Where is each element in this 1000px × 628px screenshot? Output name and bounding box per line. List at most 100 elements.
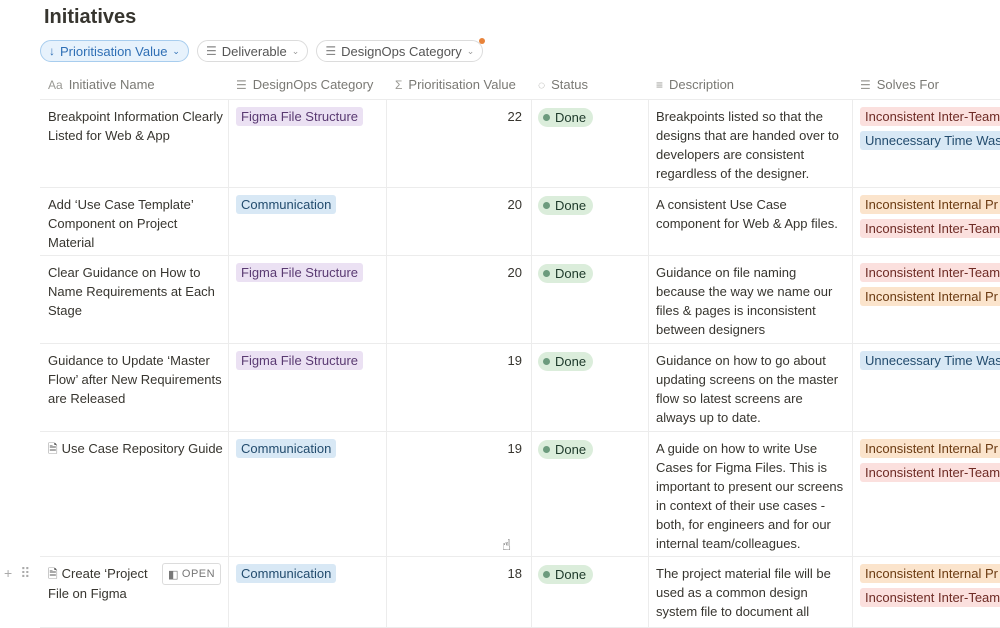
solves-for-cell[interactable]: Inconsistent Internal Pr Inconsistent In… bbox=[860, 195, 1000, 243]
status-badge: Done bbox=[538, 264, 594, 283]
status-dot-icon bbox=[543, 202, 550, 209]
open-button-label: OPEN bbox=[181, 568, 216, 580]
column-header-prioritisation-value[interactable]: Σ Prioritisation Value bbox=[395, 70, 516, 99]
column-divider bbox=[648, 432, 649, 556]
description-cell[interactable]: Guidance on file naming because the way … bbox=[656, 263, 846, 339]
category-cell[interactable]: Figma File Structure bbox=[236, 107, 364, 126]
status-icon: ◌ bbox=[538, 77, 546, 92]
prioritisation-value[interactable]: 18 bbox=[388, 564, 522, 583]
column-header-initiative-name[interactable]: Aa Initiative Name bbox=[48, 70, 155, 99]
prioritisation-value[interactable]: 20 bbox=[388, 263, 522, 282]
table-row-hovered[interactable]: + ⠿ 🗎 Create ‘Project File on Figma ◧ OPE… bbox=[4, 557, 1000, 628]
solves-tag: Inconsistent Internal Pr bbox=[860, 195, 1000, 214]
status-cell[interactable]: Done bbox=[538, 107, 594, 127]
status-cell[interactable]: Done bbox=[538, 351, 594, 371]
chevron-down-icon: ⌄ bbox=[291, 45, 300, 56]
status-label: Done bbox=[555, 266, 587, 281]
category-cell[interactable]: Figma File Structure bbox=[236, 351, 364, 370]
description-cell[interactable]: Breakpoints listed so that the designs t… bbox=[656, 107, 846, 183]
description-cell[interactable]: Guidance on how to go about updating scr… bbox=[656, 351, 846, 427]
status-cell[interactable]: Done bbox=[538, 564, 594, 584]
column-divider bbox=[228, 344, 229, 431]
column-divider bbox=[852, 256, 853, 343]
column-header-label: Initiative Name bbox=[68, 77, 155, 92]
status-label: Done bbox=[555, 442, 587, 457]
solves-tag: Inconsistent Inter-Team bbox=[860, 219, 1000, 238]
text-type-icon: Aa bbox=[48, 77, 63, 92]
column-divider bbox=[648, 344, 649, 431]
solves-tag: Unnecessary Time Was bbox=[860, 351, 1000, 370]
solves-for-cell[interactable]: Inconsistent Inter-Team Unnecessary Time… bbox=[860, 107, 1000, 155]
description-cell[interactable]: A consistent Use Case component for Web … bbox=[656, 195, 846, 233]
description-cell[interactable]: A guide on how to write Use Cases for Fi… bbox=[656, 439, 846, 553]
initiative-name[interactable]: Guidance to Update ‘Master Flow’ after N… bbox=[48, 351, 226, 408]
hand-cursor-icon: ☝ bbox=[502, 537, 512, 554]
prioritisation-value[interactable]: 20 bbox=[388, 195, 522, 214]
column-divider bbox=[531, 100, 532, 187]
prioritisation-value[interactable]: 19 bbox=[388, 439, 522, 458]
add-row-icon[interactable]: + bbox=[4, 565, 12, 582]
column-header-designops-category[interactable]: ☰ DesignOps Category bbox=[236, 70, 373, 99]
solves-for-cell[interactable]: Unnecessary Time Was bbox=[860, 351, 1000, 375]
initiative-name-with-page[interactable]: 🗎 Create ‘Project File on Figma bbox=[48, 564, 160, 603]
category-cell[interactable]: Figma File Structure bbox=[236, 263, 364, 282]
category-cell[interactable]: Communication bbox=[236, 564, 337, 583]
column-divider bbox=[531, 432, 532, 556]
status-label: Done bbox=[555, 354, 587, 369]
status-cell[interactable]: Done bbox=[538, 195, 594, 215]
table-row[interactable]: Guidance to Update ‘Master Flow’ after N… bbox=[40, 344, 1000, 432]
category-tag: Figma File Structure bbox=[236, 351, 364, 370]
column-divider bbox=[531, 188, 532, 255]
column-divider bbox=[228, 256, 229, 343]
filter-bar: ↓ Prioritisation Value ⌄ ☰ Deliverable ⌄… bbox=[40, 38, 486, 62]
solves-tag: Inconsistent Internal Pr bbox=[860, 439, 1000, 458]
text-icon: ≡ bbox=[656, 77, 664, 92]
solves-tag: Inconsistent Inter-Team bbox=[860, 588, 1000, 607]
category-tag: Figma File Structure bbox=[236, 263, 364, 282]
initiative-name[interactable]: Breakpoint Information Clearly Listed fo… bbox=[48, 107, 226, 145]
status-cell[interactable]: Done bbox=[538, 263, 594, 283]
description-cell[interactable]: The project material file will be used a… bbox=[656, 564, 846, 621]
column-header-label: DesignOps Category bbox=[252, 77, 374, 92]
column-divider bbox=[228, 557, 229, 627]
page-document-icon: 🗎 bbox=[48, 442, 58, 456]
status-dot-icon bbox=[543, 270, 550, 277]
solves-for-cell[interactable]: Inconsistent Inter-Team Inconsistent Int… bbox=[860, 263, 1000, 311]
status-badge: Done bbox=[538, 440, 594, 459]
category-cell[interactable]: Communication bbox=[236, 439, 337, 458]
status-cell[interactable]: Done bbox=[538, 439, 594, 459]
column-header-solves-for[interactable]: ☰ Solves For bbox=[860, 70, 939, 99]
prioritisation-value[interactable]: 19 bbox=[388, 351, 522, 370]
column-divider bbox=[852, 188, 853, 255]
solves-for-cell[interactable]: Inconsistent Internal Pr Inconsistent In… bbox=[860, 439, 1000, 487]
sigma-icon: Σ bbox=[395, 77, 403, 92]
table-row[interactable]: 🗎 Use Case Repository Guide Communication… bbox=[40, 432, 1000, 557]
solves-for-cell[interactable]: Inconsistent Internal Pr Inconsistent In… bbox=[860, 564, 1000, 612]
table-row[interactable]: Breakpoint Information Clearly Listed fo… bbox=[40, 100, 1000, 188]
chevron-down-icon: ⌄ bbox=[466, 45, 475, 56]
prioritisation-value[interactable]: 22 bbox=[388, 107, 522, 126]
page-document-icon: 🗎 bbox=[48, 567, 58, 581]
column-header-description[interactable]: ≡ Description bbox=[656, 70, 734, 99]
initiative-name: Use Case Repository Guide bbox=[61, 441, 223, 456]
sort-chip-label: Prioritisation Value bbox=[60, 43, 168, 59]
initiative-name-with-page[interactable]: 🗎 Use Case Repository Guide bbox=[48, 439, 226, 459]
sort-chip-prioritisation-value[interactable]: ↓ Prioritisation Value ⌄ bbox=[40, 40, 189, 62]
status-dot-icon bbox=[543, 571, 550, 578]
table-row[interactable]: Add ‘Use Case Template’ Component on Pro… bbox=[40, 188, 1000, 256]
solves-tag: Inconsistent Inter-Team bbox=[860, 107, 1000, 126]
column-divider bbox=[648, 256, 649, 343]
drag-handle-icon[interactable]: ⠿ bbox=[20, 565, 30, 582]
filter-chip-designops-category[interactable]: ☰ DesignOps Category ⌄ bbox=[316, 38, 486, 62]
column-divider bbox=[386, 256, 387, 343]
column-header-status[interactable]: ◌ Status bbox=[538, 70, 588, 99]
initiative-name[interactable]: Clear Guidance on How to Name Requiremen… bbox=[48, 263, 226, 320]
column-divider bbox=[852, 344, 853, 431]
filter-chip-label: DesignOps Category bbox=[341, 43, 462, 59]
table-row[interactable]: Clear Guidance on How to Name Requiremen… bbox=[40, 256, 1000, 344]
open-page-button[interactable]: ◧ OPEN bbox=[162, 563, 222, 585]
initiative-name[interactable]: Add ‘Use Case Template’ Component on Pro… bbox=[48, 195, 226, 252]
filter-chip-deliverable[interactable]: ☰ Deliverable ⌄ bbox=[196, 40, 309, 62]
solves-tag: Inconsistent Inter-Team bbox=[860, 463, 1000, 482]
category-cell[interactable]: Communication bbox=[236, 195, 337, 214]
